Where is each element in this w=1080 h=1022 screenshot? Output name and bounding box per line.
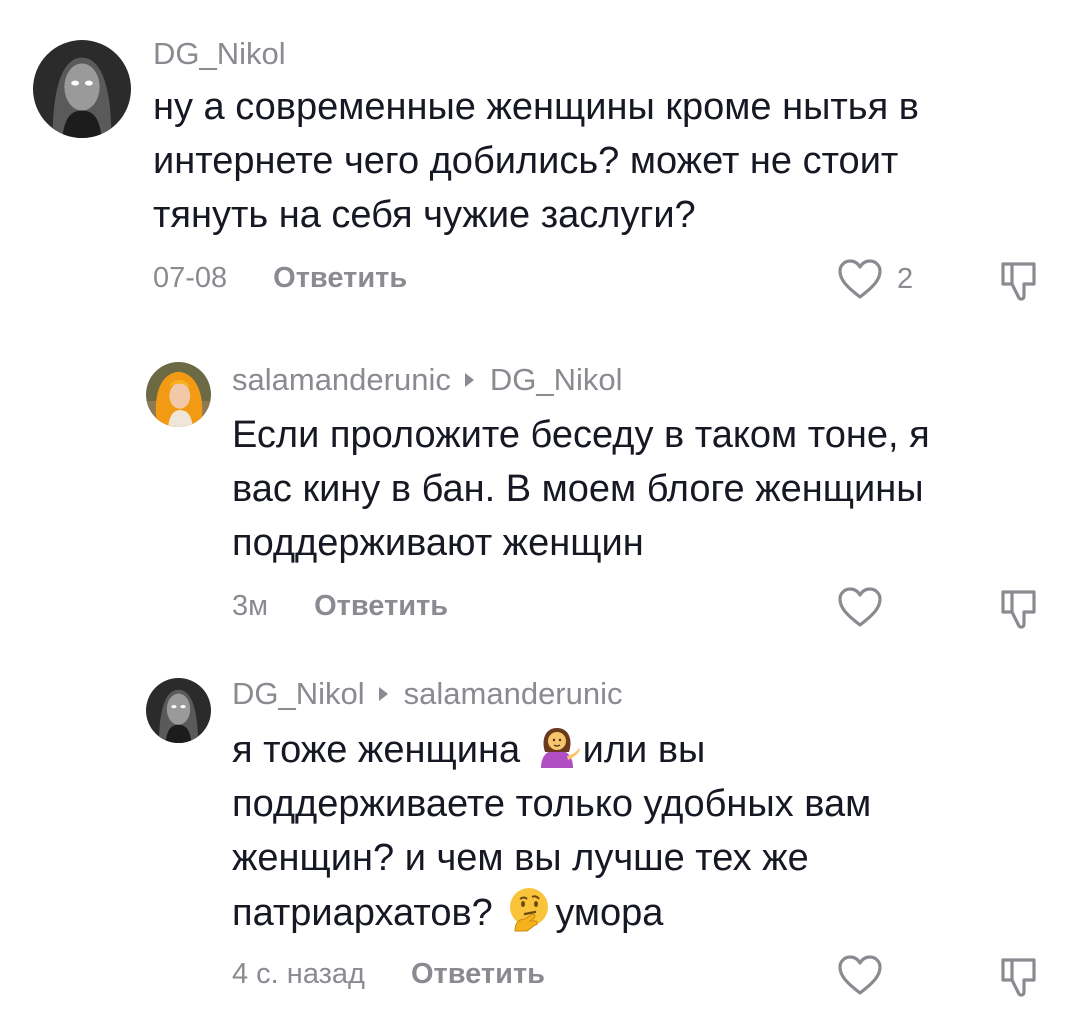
comment-line: женщин? и чем вы лучше тех же xyxy=(232,837,809,879)
comment-line: Если проложите беседу в таком тоне, я xyxy=(232,414,930,456)
like-button[interactable]: 2 xyxy=(837,258,913,300)
comment-line: интернете чего добились? может не стоит xyxy=(153,140,899,182)
comment-meta: 07-08 Ответить xyxy=(153,262,407,295)
author-name[interactable]: salamanderunic xyxy=(232,362,451,398)
heart-outline-icon xyxy=(838,587,882,627)
comment-line: тянуть на себя чужие заслуги? xyxy=(153,194,696,236)
comment-author: DG_Nikol salamanderunic xyxy=(232,676,623,712)
comment-text-segment: я тоже женщина xyxy=(232,729,531,771)
comment-line: патриархатов? умора xyxy=(232,885,871,940)
dark-portrait-avatar-icon xyxy=(146,678,211,743)
thumbs-down-outline-icon xyxy=(1001,262,1036,301)
heart-outline-icon xyxy=(838,259,882,299)
like-button[interactable] xyxy=(837,954,897,996)
dislike-button[interactable] xyxy=(998,586,1044,637)
comment-meta: 3м Ответить xyxy=(232,590,448,623)
like-count: 2 xyxy=(897,262,914,295)
reply-arrow-icon xyxy=(464,373,474,387)
thinking-face-emoji-icon xyxy=(510,888,549,932)
comment-line: ну а современные женщины кроме нытья в xyxy=(153,86,919,128)
orange-hair-avatar-icon xyxy=(146,362,211,427)
heart-outline-icon xyxy=(838,955,882,995)
reply-button[interactable]: Ответить xyxy=(411,958,545,991)
dislike-button[interactable] xyxy=(998,258,1044,309)
timestamp: 4 с. назад xyxy=(232,958,365,990)
comment-text: Если проложите беседу в таком тоне, я ва… xyxy=(232,408,930,570)
timestamp: 07-08 xyxy=(153,262,228,294)
dark-portrait-avatar-icon xyxy=(33,40,131,138)
comment-text: я тоже женщина или вы поддерживаете толь… xyxy=(232,722,871,940)
reply-button[interactable]: Ответить xyxy=(273,262,407,295)
comment-text: ну а современные женщины кроме нытья в и… xyxy=(153,80,919,242)
timestamp: 3м xyxy=(232,590,269,622)
author-name[interactable]: DG_Nikol xyxy=(232,676,365,712)
reply-button[interactable]: Ответить xyxy=(314,590,448,623)
avatar[interactable] xyxy=(33,40,131,138)
comment-line: поддерживаете только удобных вам xyxy=(232,783,872,825)
comment-author: salamanderunic DG_Nikol xyxy=(232,362,623,398)
comment-text-segment: или вы xyxy=(582,729,706,771)
like-button[interactable] xyxy=(837,586,897,628)
reply-to-name[interactable]: salamanderunic xyxy=(404,676,623,712)
comment-text-segment: патриархатов? xyxy=(232,892,504,934)
comment-text-segment: умора xyxy=(555,892,664,934)
comment-line: я тоже женщина или вы xyxy=(232,722,871,777)
reply-to-name[interactable]: DG_Nikol xyxy=(490,362,623,398)
thumbs-down-outline-icon xyxy=(1001,590,1036,629)
comment-line: вас кину в бан. В моем блоге женщины xyxy=(232,468,924,510)
comment-author[interactable]: DG_Nikol xyxy=(153,36,286,72)
thumbs-down-outline-icon xyxy=(1001,958,1036,997)
avatar[interactable] xyxy=(146,678,211,743)
dislike-button[interactable] xyxy=(998,954,1044,1005)
avatar[interactable] xyxy=(146,362,211,427)
author-name[interactable]: DG_Nikol xyxy=(153,36,286,72)
woman-tipping-hand-emoji-icon xyxy=(540,728,580,768)
reply-arrow-icon xyxy=(378,687,388,701)
comment-meta: 4 с. назад Ответить xyxy=(232,958,545,991)
comment-line: поддерживают женщин xyxy=(232,522,644,564)
